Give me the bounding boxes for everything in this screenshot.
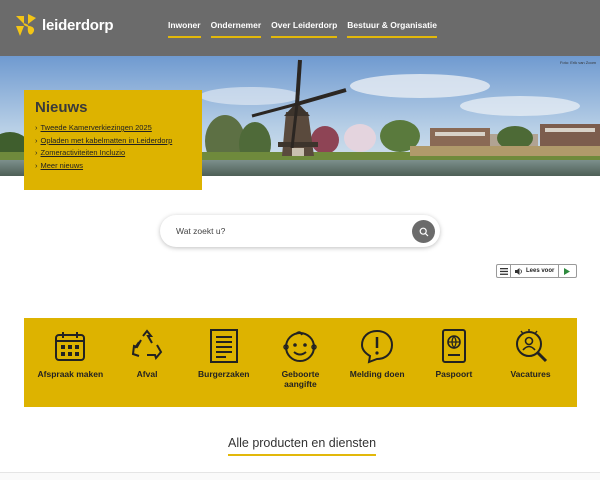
quick-links: Afspraak maken Afval Burgerzaken Geboort… xyxy=(24,318,577,407)
recycle-icon xyxy=(131,329,163,361)
quick-link-label: Paspoort xyxy=(435,369,473,379)
site-header: leiderdorp Inwoner Ondernemer Over Leide… xyxy=(0,0,600,56)
job-search-icon xyxy=(515,329,547,363)
quick-link-label: Afval xyxy=(136,369,158,379)
readspeaker-widget: Lees voor xyxy=(496,264,577,278)
chevron-right-icon: › xyxy=(35,148,38,157)
menu-icon xyxy=(499,267,508,275)
read-aloud-button[interactable]: Lees voor xyxy=(511,265,560,277)
calendar-icon xyxy=(55,332,86,361)
news-item[interactable]: › Opladen met kabelmatten in Leiderdorp xyxy=(35,136,191,145)
page-divider xyxy=(0,472,600,480)
quick-link-label: Melding doen xyxy=(349,369,405,379)
photo-credit: Foto: Erik van Zoom xyxy=(559,60,596,65)
search-icon xyxy=(419,227,428,236)
speaker-icon xyxy=(515,267,522,275)
play-icon xyxy=(564,267,571,275)
logo-icon xyxy=(16,14,36,36)
logo[interactable]: leiderdorp xyxy=(14,12,114,38)
all-products-link[interactable]: Alle producten en diensten xyxy=(228,436,377,456)
alert-icon xyxy=(361,329,394,364)
news-item[interactable]: › Tweede Kamerverkiezingen 2025 xyxy=(35,123,191,132)
quick-link-vacatures[interactable]: Vacatures xyxy=(498,318,564,407)
nav-item-inwoner[interactable]: Inwoner xyxy=(168,20,201,38)
search-button[interactable] xyxy=(412,220,435,243)
read-aloud-label: Lees voor xyxy=(526,268,555,274)
search-input[interactable] xyxy=(176,215,406,247)
baby-icon xyxy=(283,331,318,362)
more-news-link[interactable]: › Meer nieuws xyxy=(35,161,191,170)
quick-link-paspoort[interactable]: Paspoort xyxy=(421,318,487,407)
play-button[interactable] xyxy=(559,265,575,277)
passport-icon xyxy=(441,329,466,363)
news-item[interactable]: › Zomeractiviteiten Incluzio xyxy=(35,148,191,157)
quick-link-burgerzaken[interactable]: Burgerzaken xyxy=(191,318,257,407)
news-box: Nieuws › Tweede Kamerverkiezingen 2025 › O… xyxy=(24,90,202,190)
main-nav: Inwoner Ondernemer Over Leiderdorp Bestu… xyxy=(168,20,447,38)
logo-text: leiderdorp xyxy=(42,16,114,34)
search-bar xyxy=(160,215,440,247)
news-title: Nieuws xyxy=(35,99,88,116)
nav-item-ondernemer[interactable]: Ondernemer xyxy=(210,20,262,38)
document-icon xyxy=(209,329,238,363)
quick-link-label: Geboorte aangifte xyxy=(281,369,320,389)
chevron-right-icon: › xyxy=(35,123,38,132)
chevron-right-icon: › xyxy=(35,160,38,170)
chevron-right-icon: › xyxy=(35,135,38,145)
quick-link-label: Afspraak maken xyxy=(37,369,104,379)
readspeaker-menu-button[interactable] xyxy=(497,265,511,277)
quick-link-afval[interactable]: Afval xyxy=(114,318,180,407)
quick-link-geboorte[interactable]: Geboorte aangifte xyxy=(267,318,333,407)
quick-link-label: Burgerzaken xyxy=(198,369,250,379)
nav-item-bestuur-organisatie[interactable]: Bestuur & Organisatie xyxy=(347,20,438,38)
nav-item-over-leiderdorp[interactable]: Over Leiderdorp xyxy=(271,20,338,38)
quick-link-label: Vacatures xyxy=(510,369,551,379)
quick-link-melding[interactable]: Melding doen xyxy=(344,318,410,407)
quick-link-afspraak[interactable]: Afspraak maken xyxy=(37,318,103,407)
